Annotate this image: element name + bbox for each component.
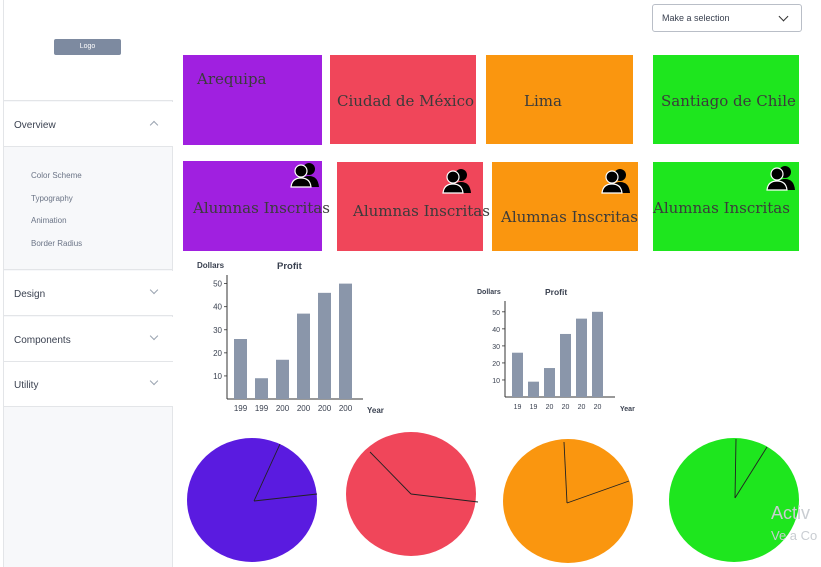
profit-chart-large: Dollars Profit 10 20 30 40 50 199 199 200 200 200 20… (197, 261, 384, 415)
logo: Logo (54, 39, 121, 55)
nav-item-design[interactable]: Design (4, 271, 173, 316)
nav-item-label: Overview (14, 120, 56, 131)
chart-y-tick-label: 40 (492, 327, 500, 334)
activation-watermark: Activ (771, 503, 811, 523)
chart-xlabel: Year (620, 406, 635, 412)
chart-bar (297, 313, 310, 399)
chart-x-tick-label: 199 (234, 404, 248, 413)
chart-xlabel: Year (367, 406, 384, 415)
city-card-lima[interactable]: Lima (486, 55, 633, 144)
chart-bar (576, 318, 587, 397)
subnav-item-animation[interactable]: Animation (31, 216, 67, 225)
sidebar-header: Logo (4, 0, 173, 101)
city-card-santiago-de-chile[interactable]: Santiago de Chile (653, 55, 799, 144)
chart-bar (276, 359, 289, 399)
nav-item-label: Utility (14, 380, 39, 391)
nav-item-overview[interactable]: Overview (4, 102, 173, 147)
users-icon (290, 163, 319, 188)
chart-x-tick-label: 20 (546, 404, 554, 411)
chevron-up-icon (149, 120, 159, 130)
chevron-down-icon (149, 285, 159, 295)
pie-chart (187, 438, 317, 562)
chart-x-tick-label: 200 (276, 404, 290, 413)
chart-bar (339, 283, 352, 399)
activation-watermark-sub: Ve a Co (771, 528, 818, 543)
chart-x-tick-label: 200 (339, 404, 353, 413)
chart-y-tick-label: 20 (492, 361, 500, 368)
chart-x-tick-label: 20 (594, 404, 602, 411)
city-card-arequipa[interactable]: Arequipa (183, 55, 322, 145)
chart-x-tick-label: 20 (578, 404, 586, 411)
chart-bar (560, 333, 571, 397)
profit-chart-small: Dollars Profit 10 20 30 40 50 19 19 20 20 20 20 Year (477, 287, 635, 412)
users-icon (766, 166, 795, 191)
chart-x-tick-label: 200 (318, 404, 332, 413)
chart-bar (592, 311, 603, 397)
city-name: Arequipa (197, 70, 267, 88)
nav-item-utility[interactable]: Utility (4, 362, 173, 407)
chevron-down-icon (149, 331, 159, 341)
chart-title: Profit (277, 261, 303, 272)
nav-item-label: Design (14, 289, 46, 300)
enrolled-label: Alumnas Inscritas (501, 208, 638, 226)
nav-item-components[interactable]: Components (4, 317, 173, 362)
chevron-down-icon (778, 11, 789, 22)
city-name: Lima (524, 92, 562, 110)
chart-x-tick-label: 19 (514, 404, 522, 411)
selection-dropdown[interactable]: Make a selection (652, 4, 802, 32)
chart-x-tick-label: 19 (530, 404, 538, 411)
chart-y-tick-label: 50 (213, 280, 222, 289)
chart-bar (234, 339, 247, 399)
chevron-down-icon (149, 376, 159, 386)
pie-charts (187, 432, 799, 563)
enrolled-label: Alumnas Inscritas (353, 202, 490, 220)
chart-x-tick-label: 199 (255, 404, 269, 413)
selection-dropdown-value: Make a selection (662, 13, 730, 23)
chart-y-tick-label: 10 (492, 378, 500, 385)
chart-y-tick-label: 40 (213, 303, 222, 312)
enrolled-label: Alumnas Inscritas (653, 199, 790, 217)
chart-bar (512, 352, 523, 397)
subnav-item-border-radius[interactable]: Border Radius (31, 239, 82, 248)
chart-title: Profit (545, 287, 567, 297)
sidebar: Logo Overview Color Scheme Typography An… (3, 0, 173, 567)
chart-bar (255, 378, 268, 399)
chart-y-tick-label: 50 (492, 310, 500, 317)
chart-ylabel: Dollars (477, 289, 501, 296)
chart-y-tick-label: 20 (213, 349, 222, 358)
subnav-item-typography[interactable]: Typography (31, 194, 73, 203)
chart-ylabel: Dollars (197, 261, 225, 270)
users-icon (601, 169, 630, 194)
city-name: Ciudad de México (337, 92, 475, 110)
chart-x-tick-label: 200 (297, 404, 311, 413)
users-icon (442, 169, 471, 194)
enrolled-label: Alumnas Inscritas (193, 199, 330, 217)
chart-bar (318, 292, 331, 399)
chart-bar (544, 368, 555, 397)
pie-chart (503, 439, 633, 563)
chart-y-tick-label: 10 (213, 372, 222, 381)
subnav-item-color-scheme[interactable]: Color Scheme (31, 171, 82, 180)
chart-y-tick-label: 30 (492, 344, 500, 351)
chart-y-tick-label: 30 (213, 326, 222, 335)
chart-x-tick-label: 20 (562, 404, 570, 411)
pie-chart (669, 438, 799, 562)
city-name: Santiago de Chile (661, 92, 796, 110)
nav-item-label: Components (14, 335, 71, 346)
overview-subnav: Color Scheme Typography Animation Border… (4, 147, 173, 270)
city-card-ciudad-de-mexico[interactable]: Ciudad de México (330, 55, 476, 144)
chart-bar (528, 381, 539, 397)
